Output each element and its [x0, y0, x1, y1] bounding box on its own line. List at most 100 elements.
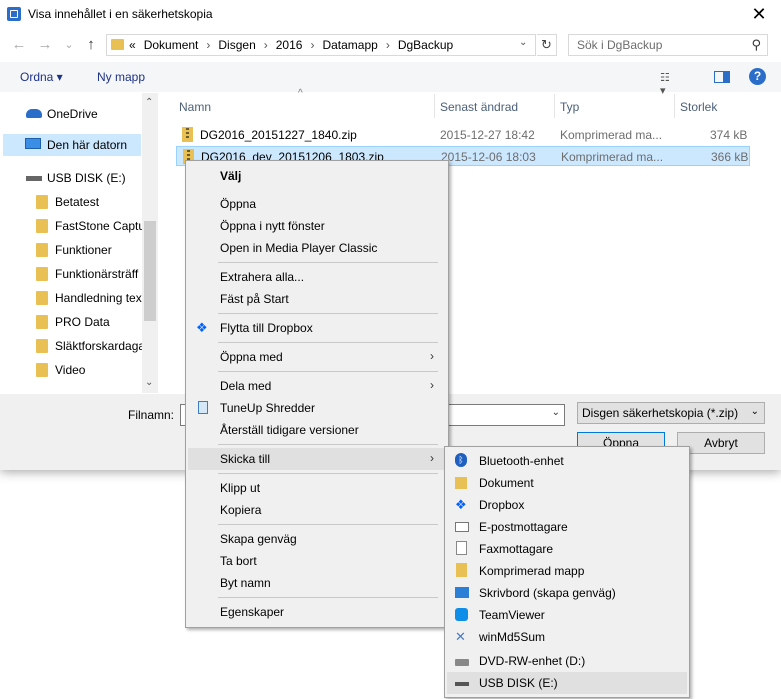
menu-item-open-mpc[interactable]: Open in Media Player Classic: [188, 237, 446, 259]
menu-item-compressed-folder[interactable]: Komprimerad mapp: [447, 560, 687, 582]
up-arrow-icon[interactable]: ↑: [82, 35, 100, 55]
organize-button[interactable]: Ordna ▾: [20, 70, 63, 84]
sidebar-item-folder[interactable]: Video: [0, 359, 142, 381]
menu-item-label: TuneUp Shredder: [220, 401, 315, 415]
breadcrumb-item[interactable]: 2016: [276, 38, 303, 52]
menu-item-desktop-shortcut[interactable]: Skrivbord (skapa genväg): [447, 582, 687, 604]
sidebar-item-folder[interactable]: FastStone Captu: [0, 215, 142, 237]
refresh-icon[interactable]: ↻: [537, 34, 557, 56]
chevron-right-icon: ›: [430, 451, 434, 465]
scroll-up-icon[interactable]: ⌃: [145, 97, 153, 108]
breadcrumb-item[interactable]: Dokument: [144, 38, 199, 52]
sidebar-item-folder[interactable]: Funktionärsträff: [0, 263, 142, 285]
column-divider[interactable]: [554, 94, 555, 118]
file-type-value: Disgen säkerhetskopia (*.zip): [582, 406, 739, 420]
sidebar-item-folder[interactable]: PRO Data: [0, 311, 142, 333]
chevron-down-icon[interactable]: ⌄: [552, 407, 560, 418]
view-options-icon[interactable]: ☷ ▾: [660, 71, 674, 97]
cancel-button[interactable]: Avbryt: [677, 432, 765, 454]
sidebar-item-folder[interactable]: Handledning tex: [0, 287, 142, 309]
help-icon[interactable]: ?: [749, 68, 766, 85]
menu-item-mail-recipient[interactable]: E-postmottagare: [447, 516, 687, 538]
desktop-icon: [455, 587, 469, 598]
menu-item-open-new-window[interactable]: Öppna i nytt fönster: [188, 215, 446, 237]
menu-item-extract-all[interactable]: Extrahera alla...: [188, 266, 446, 288]
menu-item-label: Skapa genväg: [220, 532, 297, 546]
sidebar-item-folder[interactable]: Släktforskardaga: [0, 335, 142, 357]
chevron-right-icon[interactable]: ›: [256, 38, 276, 52]
sidebar-item-folder[interactable]: Betatest: [0, 191, 142, 213]
forward-arrow-icon[interactable]: →: [36, 35, 54, 55]
file-name: DG2016_20151227_1840.zip: [200, 128, 357, 142]
menu-item-delete[interactable]: Ta bort: [188, 550, 446, 572]
preview-pane-icon[interactable]: [714, 71, 730, 83]
menu-item-label: E-postmottagare: [479, 520, 568, 534]
menu-item-label: Bluetooth-enhet: [479, 454, 564, 468]
close-icon[interactable]: ✕: [742, 2, 776, 26]
sidebar-item-onedrive[interactable]: OneDrive: [0, 103, 142, 125]
menu-item-open[interactable]: Öppna: [188, 193, 446, 215]
breadcrumb-item[interactable]: Datamapp: [322, 38, 377, 52]
column-header-type[interactable]: Typ: [560, 100, 579, 114]
menu-item-dvd-drive[interactable]: DVD-RW-enhet (D:): [447, 650, 687, 672]
column-header-size[interactable]: Storlek: [680, 100, 717, 114]
menu-item-restore-previous-versions[interactable]: Återställ tidigare versioner: [188, 419, 446, 441]
folder-icon: [36, 363, 48, 377]
menu-item-pin-to-start[interactable]: Fäst på Start: [188, 288, 446, 310]
recent-locations-icon[interactable]: ⌄: [60, 35, 78, 55]
chevron-right-icon[interactable]: ›: [378, 38, 398, 52]
breadcrumb-item[interactable]: DgBackup: [398, 38, 453, 52]
menu-item-rename[interactable]: Byt namn: [188, 572, 446, 594]
send-to-submenu: ᛒ Bluetooth-enhet Dokument ❖ Dropbox E-p…: [444, 446, 690, 698]
menu-item-label: Skrivbord (skapa genväg): [479, 586, 616, 600]
column-divider[interactable]: [434, 94, 435, 118]
menu-separator: [218, 371, 438, 372]
sidebar-item-usb-disk[interactable]: USB DISK (E:): [0, 167, 142, 189]
scroll-down-icon[interactable]: ⌄: [145, 377, 153, 388]
search-input[interactable]: Sök i DgBackup ⚲: [568, 34, 768, 56]
mail-icon: [455, 522, 469, 532]
menu-item-fax-recipient[interactable]: Faxmottagare: [447, 538, 687, 560]
menu-item-usb-disk[interactable]: USB DISK (E:): [447, 672, 687, 694]
menu-item-dropbox[interactable]: ❖ Dropbox: [447, 494, 687, 516]
file-type-select[interactable]: Disgen säkerhetskopia (*.zip) ⌄: [577, 402, 765, 424]
menu-item-documents[interactable]: Dokument: [447, 472, 687, 494]
menu-item-move-to-dropbox[interactable]: ❖ Flytta till Dropbox: [188, 317, 446, 339]
search-icon[interactable]: ⚲: [751, 37, 761, 53]
menu-item-create-shortcut[interactable]: Skapa genväg: [188, 528, 446, 550]
chevron-right-icon[interactable]: ›: [198, 38, 218, 52]
menu-item-select[interactable]: Välj: [188, 165, 446, 187]
new-folder-button[interactable]: Ny mapp: [97, 70, 145, 84]
menu-item-send-to[interactable]: Skicka till ›: [188, 448, 446, 470]
file-row[interactable]: DG2016_20151227_1840.zip 2015-12-27 18:4…: [176, 125, 750, 145]
breadcrumb-item[interactable]: Disgen: [218, 38, 255, 52]
menu-item-teamviewer[interactable]: TeamViewer: [447, 604, 687, 626]
menu-item-properties[interactable]: Egenskaper: [188, 601, 446, 623]
scrollbar-thumb[interactable]: [144, 221, 156, 321]
menu-item-tuneup-shredder[interactable]: TuneUp Shredder: [188, 397, 446, 419]
sidebar-item-this-pc[interactable]: Den här datorn: [3, 134, 141, 156]
menu-item-label: Välj: [220, 169, 242, 183]
chevron-down-icon[interactable]: ⌄: [751, 406, 759, 417]
menu-item-cut[interactable]: Klipp ut: [188, 477, 446, 499]
menu-item-bluetooth[interactable]: ᛒ Bluetooth-enhet: [447, 450, 687, 472]
column-divider[interactable]: [674, 94, 675, 118]
column-header-modified[interactable]: Senast ändrad: [440, 100, 518, 114]
navigation-pane: OneDrive Den här datorn USB DISK (E:) Be…: [0, 93, 158, 393]
chevron-right-icon[interactable]: ›: [302, 38, 322, 52]
sidebar-item-folder[interactable]: Funktioner: [0, 239, 142, 261]
menu-item-winmd5sum[interactable]: ✕ winMd5Sum: [447, 626, 687, 648]
address-bar[interactable]: « Dokument › Disgen › 2016 › Datamapp › …: [106, 34, 536, 56]
menu-item-copy[interactable]: Kopiera: [188, 499, 446, 521]
menu-item-label: Öppna med: [220, 350, 283, 364]
breadcrumb-overflow[interactable]: «: [129, 38, 144, 52]
column-header-name[interactable]: Namn: [179, 100, 211, 114]
folder-icon: [36, 291, 48, 305]
back-arrow-icon[interactable]: ←: [10, 35, 28, 55]
menu-item-share-with[interactable]: Dela med ›: [188, 375, 446, 397]
context-menu: Välj Öppna Öppna i nytt fönster Open in …: [185, 160, 449, 628]
menu-item-label: Faxmottagare: [479, 542, 554, 556]
chevron-down-icon[interactable]: ⌄: [519, 37, 527, 48]
menu-item-open-with[interactable]: Öppna med ›: [188, 346, 446, 368]
dropbox-icon: ❖: [196, 320, 208, 335]
